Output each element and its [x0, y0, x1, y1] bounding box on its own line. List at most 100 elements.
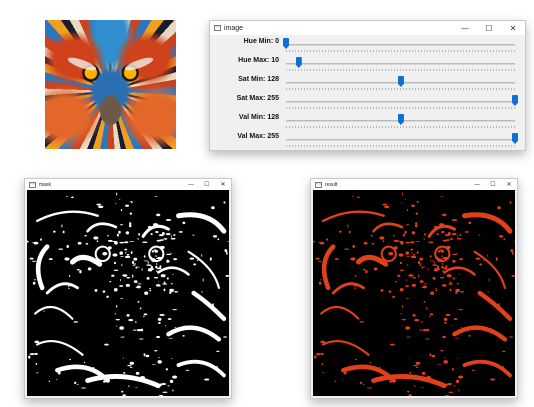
mask-speckle — [172, 375, 178, 379]
mask-speckle — [163, 288, 166, 292]
mask-speckle — [419, 280, 424, 283]
window-titlebar[interactable]: image — ☐ ✕ — [210, 21, 525, 35]
mask-speckle — [185, 369, 190, 371]
mask-speckle — [421, 371, 426, 375]
mask-region — [321, 244, 336, 291]
mask-speckle — [444, 394, 450, 396]
mask-speckle — [412, 253, 416, 256]
artwork-detail — [123, 55, 155, 73]
trackbar-track[interactable] — [286, 44, 515, 46]
mask-speckle — [362, 256, 365, 260]
window-titlebar[interactable]: result — ☐ ✕ — [311, 179, 517, 190]
mask-region — [331, 282, 365, 295]
mask-speckle — [56, 379, 58, 381]
trackbar-track[interactable] — [286, 101, 515, 103]
mask-speckle — [157, 360, 162, 364]
mask-speckle — [454, 337, 460, 339]
mask-speckle — [170, 283, 173, 285]
mask-speckle — [406, 298, 410, 300]
mask-speckle — [456, 283, 459, 285]
mask-speckle — [129, 222, 132, 226]
window-app-icon — [315, 181, 322, 188]
trackbar-label: Val Max: 255 — [237, 133, 279, 140]
mask-speckle — [402, 233, 405, 237]
mask-region — [34, 306, 74, 320]
window-titlebar[interactable]: mask — ☐ ✕ — [25, 179, 231, 190]
maximize-button[interactable]: ☐ — [477, 21, 501, 35]
mask-speckle — [225, 274, 229, 277]
mask-speckle — [379, 262, 383, 264]
mask-speckle — [162, 283, 168, 285]
mask-speckle — [74, 381, 77, 385]
mask-speckle — [119, 326, 124, 330]
mask-speckle — [392, 295, 395, 298]
trackbar-thumb[interactable] — [512, 133, 518, 144]
trackbar-ticks — [286, 126, 515, 128]
mask-speckle — [150, 233, 153, 236]
mask-speckle — [423, 238, 426, 240]
window-title: result — [325, 181, 338, 188]
trackbar-thumb[interactable] — [397, 76, 404, 87]
close-button[interactable]: ✕ — [501, 21, 525, 35]
trackbar-label: Val Min: 128 — [238, 114, 279, 121]
mask-speckle — [442, 335, 446, 339]
mask-speckle — [415, 201, 419, 202]
mask-canvas — [27, 190, 229, 396]
minimize-button[interactable]: — — [183, 179, 199, 190]
trackbar-track[interactable] — [286, 139, 515, 141]
mask-speckle — [459, 258, 464, 261]
mask-speckle — [459, 234, 462, 236]
trackbar-track[interactable] — [286, 63, 515, 65]
mask-speckle — [133, 280, 138, 283]
mask-speckle — [160, 274, 166, 278]
trackbar-thumb[interactable] — [512, 95, 518, 106]
mask-speckle — [354, 288, 356, 289]
mask-speckle — [371, 242, 375, 245]
mask-speckle — [34, 352, 38, 355]
mask-speckle — [419, 257, 424, 261]
mask-speckle — [73, 321, 79, 323]
close-button[interactable]: ✕ — [215, 179, 231, 190]
mask-speckle — [399, 261, 403, 265]
mask-speckle — [139, 376, 146, 379]
maximize-button[interactable]: ☐ — [485, 179, 501, 190]
mask-speckle — [140, 328, 144, 332]
minimize-button[interactable]: — — [469, 179, 485, 190]
close-button[interactable]: ✕ — [501, 179, 517, 190]
mask-speckle — [119, 241, 125, 244]
mask-speckle — [127, 364, 132, 367]
mask-speckle — [445, 314, 451, 316]
mask-speckle — [444, 321, 447, 325]
mask-speckle — [347, 224, 349, 228]
source-artwork-image — [45, 20, 176, 149]
mask-speckle — [401, 318, 407, 321]
mask-speckle — [173, 258, 178, 261]
mask-speckle — [448, 283, 454, 285]
mask-speckle — [326, 238, 328, 241]
mask-speckle — [453, 318, 458, 320]
mask-speckle — [411, 204, 416, 207]
maximize-button[interactable]: ☐ — [199, 179, 215, 190]
mask-speckle — [410, 241, 415, 244]
mask-speckle — [114, 241, 118, 245]
mask-speckle — [31, 260, 37, 262]
mask-speckle — [201, 253, 203, 257]
mask-speckle — [143, 313, 148, 316]
result-image — [313, 192, 515, 396]
mask-speckle — [402, 192, 404, 196]
mask-speckle — [135, 320, 137, 323]
mask-speckle — [343, 371, 347, 375]
trackbar-thumb[interactable] — [283, 38, 289, 49]
trackbar-thumb[interactable] — [397, 114, 404, 125]
mask-speckle — [487, 253, 489, 257]
trackbar-ticks — [286, 145, 515, 147]
mask-speckle — [501, 366, 504, 368]
mask-speckle — [120, 298, 124, 300]
trackbar-ticks — [286, 69, 515, 71]
trackbar-thumb[interactable] — [295, 57, 302, 68]
mask-speckle — [348, 230, 351, 234]
minimize-button[interactable]: — — [453, 21, 477, 35]
mask-speckle — [405, 224, 410, 226]
mask-speckle — [116, 192, 118, 196]
mask-speckle — [478, 234, 481, 236]
